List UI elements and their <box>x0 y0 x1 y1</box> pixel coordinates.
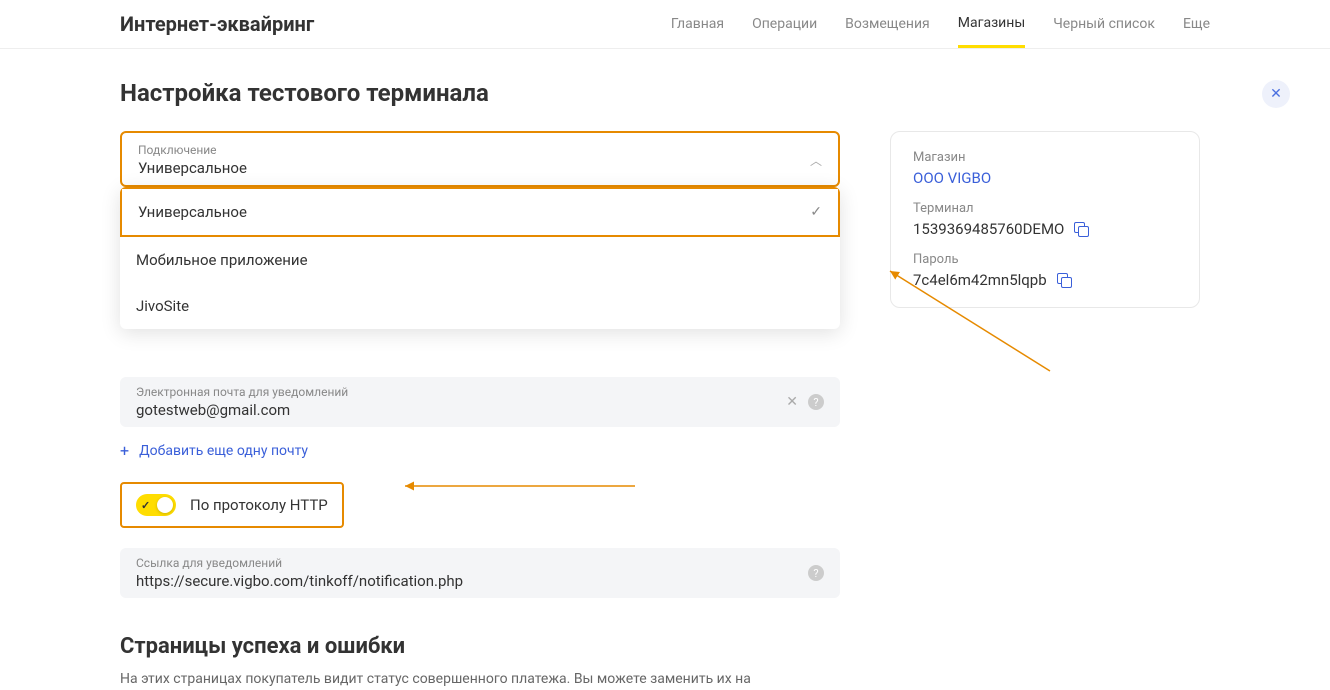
dropdown-option-label: JivoSite <box>136 297 189 315</box>
add-email-link[interactable]: + Добавить еще одну почту <box>120 441 840 460</box>
connection-select-field[interactable]: Подключение Универсальное ︿ <box>122 133 838 185</box>
dropdown-option-jivosite[interactable]: JivoSite <box>120 283 840 329</box>
password-label: Пароль <box>913 252 1177 267</box>
password-row: Пароль 7c4el6m42mn5lqpb <box>913 252 1177 289</box>
dropdown-option-universal[interactable]: Универсальное ✓ <box>120 187 840 237</box>
annotation-arrow <box>395 476 645 500</box>
add-email-label: Добавить еще одну почту <box>139 443 308 459</box>
connection-label: Подключение <box>138 143 247 157</box>
dropdown-option-label: Универсальное <box>138 203 247 221</box>
layout: Подключение Универсальное ︿ Универсально… <box>120 131 1210 690</box>
dropdown-option-mobile[interactable]: Мобильное приложение <box>120 237 840 283</box>
help-icon[interactable]: ? <box>808 565 824 581</box>
email-field-value: gotestweb@gmail.com <box>136 401 348 419</box>
left-column: Подключение Универсальное ︿ Универсально… <box>120 131 840 690</box>
help-icon[interactable]: ? <box>808 394 824 410</box>
nav-shops[interactable]: Магазины <box>958 15 1025 48</box>
password-value: 7c4el6m42mn5lqpb <box>913 271 1177 289</box>
brand-title: Интернет-эквайринг <box>120 12 314 36</box>
email-field-label: Электронная почта для уведомлений <box>136 385 348 399</box>
http-toggle[interactable]: ✓ <box>136 494 176 516</box>
right-column: Магазин ООО VIGBO Терминал 1539369485760… <box>890 131 1200 308</box>
connection-dropdown: Универсальное ✓ Мобильное приложение Jiv… <box>120 187 840 329</box>
shop-row: Магазин ООО VIGBO <box>913 150 1177 187</box>
url-field-value: https://secure.vigbo.com/tinkoff/notific… <box>136 572 463 590</box>
url-field-label: Ссылка для уведомлений <box>136 556 463 570</box>
nav-operations[interactable]: Операции <box>752 16 817 46</box>
chevron-up-icon: ︿ <box>810 152 822 169</box>
header: Интернет-эквайринг Главная Операции Возм… <box>0 0 1330 49</box>
top-nav: Главная Операции Возмещения Магазины Чер… <box>671 15 1210 34</box>
copy-icon[interactable] <box>1057 273 1071 287</box>
shop-label: Магазин <box>913 150 1177 165</box>
terminal-info-card: Магазин ООО VIGBO Терминал 1539369485760… <box>890 131 1200 308</box>
nav-home[interactable]: Главная <box>671 16 724 46</box>
terminal-label: Терминал <box>913 201 1177 216</box>
content: Настройка тестового терминала Подключени… <box>0 49 1330 690</box>
dropdown-option-label: Мобильное приложение <box>136 251 308 269</box>
nav-refunds[interactable]: Возмещения <box>845 16 930 46</box>
toggle-check-icon: ✓ <box>141 499 150 512</box>
check-icon: ✓ <box>810 204 822 220</box>
email-field[interactable]: Электронная почта для уведомлений gotest… <box>120 377 840 427</box>
plus-icon: + <box>120 441 129 460</box>
http-toggle-row: ✓ По протоколу HTTP <box>120 482 344 528</box>
copy-icon[interactable] <box>1074 222 1088 236</box>
section-success-error-title: Страницы успеха и ошибки <box>120 634 840 659</box>
page-title: Настройка тестового терминала <box>120 79 1210 107</box>
toggle-knob <box>157 497 173 513</box>
connection-value: Универсальное <box>138 159 247 177</box>
shop-value[interactable]: ООО VIGBO <box>913 169 1177 187</box>
connection-select[interactable]: Подключение Универсальное ︿ Универсально… <box>120 131 840 187</box>
notification-url-field[interactable]: Ссылка для уведомлений https://secure.vi… <box>120 548 840 598</box>
nav-more[interactable]: Еще <box>1183 16 1210 46</box>
section-success-error-desc: На этих страницах покупатель видит стату… <box>120 669 840 690</box>
terminal-row: Терминал 1539369485760DEMO <box>913 201 1177 238</box>
clear-icon[interactable]: ✕ <box>786 394 798 410</box>
terminal-value: 1539369485760DEMO <box>913 220 1177 238</box>
nav-blacklist[interactable]: Черный список <box>1053 16 1155 46</box>
http-toggle-label: По протоколу HTTP <box>190 496 328 514</box>
